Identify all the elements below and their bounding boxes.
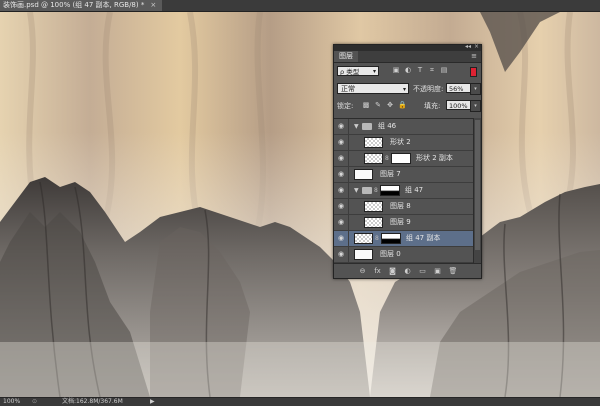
layer-thumbnail <box>354 169 373 180</box>
panel-footer: ⊖ fx ◙ ◐ ▭ ▣ 🗑 <box>334 263 481 278</box>
link-chain-icon: 8 <box>385 155 389 162</box>
lock-row: 锁定: ▩ ✎ ✥ 🔒 填充: 100% ▾ <box>334 98 481 112</box>
lock-all-icon[interactable]: 🔒 <box>398 101 407 109</box>
opacity-input[interactable]: 56% <box>446 83 472 93</box>
layer-thumbnail <box>354 233 373 244</box>
layer-thumbnail <box>364 201 383 212</box>
layer-name: 组 47 副本 <box>406 234 441 242</box>
visibility-eye-icon[interactable]: ◉ <box>334 247 349 262</box>
layer-style-icon[interactable]: fx <box>374 267 382 275</box>
layer-name: 形状 2 副本 <box>416 154 453 162</box>
panel-header: 图层 ≡ <box>334 51 481 63</box>
lock-pixels-icon[interactable]: ✎ <box>374 101 382 109</box>
chevron-down-icon: ▾ <box>372 68 376 75</box>
image-filter-icon[interactable]: ▣ <box>392 66 400 74</box>
layers-list: ◉ ▼ 组 46 ◉ 形状 2 ◉ 8 形状 2 副本 ◉ 图层 7 ◉ ▼ 8… <box>334 118 481 265</box>
adjustment-layer-icon[interactable]: ◐ <box>404 267 412 275</box>
blend-row: 正常 ▾ 不透明度: 56% ▾ <box>334 81 481 95</box>
layer-thumbnail <box>354 249 373 260</box>
smart-object-filter-icon[interactable]: ▤ <box>440 66 448 74</box>
filter-toggle[interactable] <box>470 67 477 77</box>
document-tab[interactable]: 装饰画.psd @ 100% (组 47 副本, RGB/8) * × <box>0 0 163 11</box>
new-layer-icon[interactable]: ▣ <box>434 267 442 275</box>
panel-menu-icon[interactable]: ≡ <box>471 52 477 60</box>
visibility-eye-icon[interactable]: ◉ <box>334 183 349 198</box>
fill-slider-button[interactable]: ▾ <box>470 100 481 112</box>
folder-icon <box>362 123 372 130</box>
layer-row[interactable]: ◉ ▼ 8 组 47 <box>334 183 474 199</box>
group-expand-triangle-icon[interactable]: ▼ <box>354 119 359 134</box>
layers-panel: ◂◂ × 图层 ≡ ρ 类型 ▾ ▣ ◐ T ⌗ ▤ 正常 ▾ 不透明度: 56… <box>333 43 482 279</box>
lock-transparency-icon[interactable]: ▩ <box>362 101 370 109</box>
layer-row[interactable]: ◉ 图层 9 <box>334 215 474 231</box>
link-layers-icon[interactable]: ⊖ <box>359 267 367 275</box>
layer-row[interactable]: ◉ 图层 0 <box>334 247 474 263</box>
layer-row-selected[interactable]: ◉ 8 组 47 副本 <box>334 231 474 247</box>
painting-artwork <box>0 12 600 397</box>
image-canvas[interactable] <box>0 12 600 397</box>
opacity-slider-button[interactable]: ▾ <box>470 83 481 95</box>
visibility-eye-icon[interactable]: ◉ <box>334 119 349 134</box>
layer-mask-thumbnail[interactable] <box>391 153 411 164</box>
filter-kind-select[interactable]: ρ 类型 ▾ <box>337 66 379 76</box>
add-mask-icon[interactable]: ◙ <box>389 267 397 275</box>
delete-layer-icon[interactable]: 🗑 <box>449 267 458 275</box>
visibility-eye-icon[interactable]: ◉ <box>334 151 349 166</box>
lock-icons: ▩ ✎ ✥ 🔒 <box>362 101 407 109</box>
layer-mask-thumbnail[interactable] <box>381 233 401 244</box>
layer-name: 图层 9 <box>390 218 411 226</box>
chevron-down-icon: ▾ <box>402 86 406 93</box>
blend-mode-value: 正常 <box>341 85 355 93</box>
document-tab-bar: 装饰画.psd @ 100% (组 47 副本, RGB/8) * × <box>0 0 600 12</box>
layer-row[interactable]: ◉ 8 形状 2 副本 <box>334 151 474 167</box>
layer-name: 形状 2 <box>390 138 411 146</box>
lock-label: 锁定: <box>337 102 354 110</box>
opacity-label: 不透明度: <box>413 85 444 93</box>
link-chain-icon: 8 <box>375 235 379 242</box>
layer-row[interactable]: ◉ 图层 8 <box>334 199 474 215</box>
close-panel-icon[interactable]: × <box>474 43 479 50</box>
layer-row[interactable]: ◉ 形状 2 <box>334 135 474 151</box>
folder-icon <box>362 187 372 194</box>
layer-name: 图层 7 <box>380 170 401 178</box>
scrollbar-thumb[interactable] <box>475 120 480 250</box>
layer-row[interactable]: ◉ ▼ 组 46 <box>334 119 474 135</box>
visibility-eye-icon[interactable]: ◉ <box>334 167 349 182</box>
link-chain-icon: 8 <box>374 187 378 194</box>
tab-layers[interactable]: 图层 <box>334 51 358 62</box>
new-group-icon[interactable]: ▭ <box>419 267 427 275</box>
layer-name: 组 47 <box>405 186 424 194</box>
layer-thumbnail <box>364 217 383 228</box>
layer-thumbnail <box>364 153 383 164</box>
fill-input[interactable]: 100% <box>446 100 472 110</box>
group-expand-triangle-icon[interactable]: ▼ <box>354 183 359 198</box>
visibility-eye-icon[interactable]: ◉ <box>334 215 349 230</box>
visibility-eye-icon[interactable]: ◉ <box>334 135 349 150</box>
layer-mask-thumbnail[interactable] <box>380 185 400 196</box>
filter-icons: ▣ ◐ T ⌗ ▤ <box>392 66 448 74</box>
collapse-panel-icon[interactable]: ◂◂ <box>465 43 471 50</box>
lock-position-icon[interactable]: ✥ <box>386 101 394 109</box>
shape-filter-icon[interactable]: ⌗ <box>428 66 436 74</box>
layer-name: 图层 0 <box>380 250 401 258</box>
visibility-eye-icon[interactable]: ◉ <box>334 199 349 214</box>
filter-row: ρ 类型 ▾ ▣ ◐ T ⌗ ▤ <box>334 63 481 77</box>
layer-name: 组 46 <box>378 122 397 130</box>
layer-name: 图层 8 <box>390 202 411 210</box>
close-tab-icon[interactable]: × <box>150 0 156 11</box>
layer-thumbnail <box>364 137 383 148</box>
adjustment-filter-icon[interactable]: ◐ <box>404 66 412 74</box>
visibility-eye-icon[interactable]: ◉ <box>334 231 349 246</box>
filter-kind-label: ρ 类型 <box>340 68 360 76</box>
blend-mode-select[interactable]: 正常 ▾ <box>337 83 409 94</box>
layer-row[interactable]: ◉ 图层 7 <box>334 167 474 183</box>
type-filter-icon[interactable]: T <box>416 66 424 74</box>
document-tab-title: 装饰画.psd @ 100% (组 47 副本, RGB/8) * <box>3 1 145 9</box>
fill-label: 填充: <box>424 102 441 110</box>
layers-scrollbar[interactable] <box>473 118 481 264</box>
